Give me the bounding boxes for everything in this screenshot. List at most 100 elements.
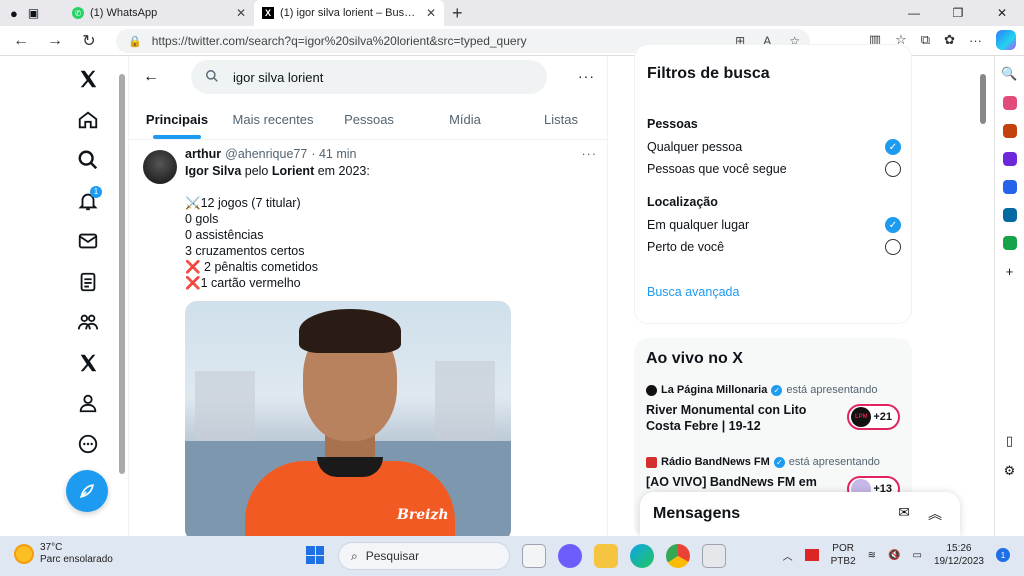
sidebar-layout-icon[interactable]: ▯ bbox=[1006, 433, 1013, 449]
drop-icon[interactable] bbox=[1002, 236, 1017, 250]
edge-browser-icon[interactable] bbox=[630, 544, 654, 568]
host-status: está apresentando bbox=[786, 384, 878, 396]
back-arrow-icon[interactable]: ← bbox=[143, 68, 159, 86]
tab-pessoas[interactable]: Pessoas bbox=[321, 100, 417, 139]
notifications-bell-icon[interactable]: 1 bbox=[68, 181, 108, 221]
tab-listas[interactable]: Listas bbox=[513, 100, 607, 139]
filter-option-following[interactable]: Pessoas que você segue bbox=[647, 161, 901, 177]
tweet-line-text: pelo bbox=[241, 164, 272, 178]
author-handle[interactable]: @ahenrique77 bbox=[225, 146, 307, 162]
search-icon: ⌕ bbox=[351, 548, 358, 563]
notification-badge[interactable]: 1 bbox=[996, 548, 1010, 562]
notepad-icon[interactable] bbox=[702, 544, 726, 568]
weather-widget[interactable]: 37°C Parc ensolarado bbox=[14, 542, 113, 566]
maximize-icon[interactable]: ❐ bbox=[936, 0, 980, 26]
expand-chevron-icon[interactable]: ︽ bbox=[928, 504, 942, 524]
wifi-icon[interactable]: ≋ bbox=[868, 550, 876, 561]
close-icon[interactable]: ✕ bbox=[236, 6, 246, 20]
tab-actions-icon[interactable]: ▣ bbox=[28, 6, 39, 20]
search-icon[interactable]: 🔍 bbox=[1001, 66, 1017, 82]
tab-whatsapp[interactable]: ✆ (1) WhatsApp ✕ bbox=[64, 0, 254, 26]
taskbar-search[interactable]: ⌕ Pesquisar bbox=[338, 542, 510, 570]
radio-unchecked-icon[interactable] bbox=[885, 239, 901, 255]
main-column: ← igor silva lorient ··· Principais Mais… bbox=[128, 56, 608, 536]
tweet-photo[interactable]: Breizh bbox=[185, 301, 511, 536]
minimize-icon[interactable]: — bbox=[892, 0, 936, 26]
tab-x-search[interactable]: X (1) igor silva lorient – Buscar / X ✕ bbox=[254, 0, 444, 26]
outlook-icon[interactable] bbox=[1002, 208, 1017, 222]
lists-icon[interactable] bbox=[68, 262, 108, 302]
new-message-icon[interactable]: ✉ bbox=[898, 504, 910, 524]
windows-start-icon[interactable] bbox=[306, 546, 324, 564]
photo-shirt-sponsor: Breizh bbox=[397, 507, 449, 523]
office-icon[interactable] bbox=[1002, 180, 1017, 194]
lock-icon[interactable]: 🔒 bbox=[128, 35, 142, 48]
task-view-icon[interactable] bbox=[522, 544, 546, 568]
scroll-thumb[interactable] bbox=[119, 74, 125, 474]
filter-option-anyone[interactable]: Qualquer pessoa ✓ bbox=[647, 139, 901, 155]
search-tabs: Principais Mais recentes Pessoas Mídia L… bbox=[129, 100, 607, 140]
profile-icon[interactable]: ● bbox=[10, 6, 18, 21]
more-circle-icon[interactable] bbox=[68, 424, 108, 464]
copilot-icon[interactable] bbox=[996, 30, 1016, 50]
messages-envelope-icon[interactable] bbox=[68, 221, 108, 261]
shopping-icon[interactable] bbox=[1002, 96, 1017, 110]
stat-text: 0 assistências bbox=[185, 228, 264, 242]
chrome-icon[interactable] bbox=[666, 544, 690, 568]
lang-code: POR bbox=[832, 543, 854, 554]
radio-checked-icon[interactable]: ✓ bbox=[885, 217, 901, 233]
forward-icon[interactable]: → bbox=[38, 32, 72, 50]
search-input[interactable]: igor silva lorient bbox=[191, 60, 547, 94]
page-scrollbar[interactable] bbox=[978, 62, 988, 532]
tweet-line-text: em 2023: bbox=[314, 164, 370, 178]
x-premium-icon[interactable] bbox=[68, 343, 108, 383]
clock[interactable]: 15:26 19/12/2023 bbox=[934, 542, 984, 568]
language-indicator[interactable]: POR PTB2 bbox=[831, 542, 856, 568]
scroll-thumb[interactable] bbox=[980, 74, 986, 124]
chat-icon[interactable] bbox=[558, 544, 582, 568]
file-explorer-icon[interactable] bbox=[594, 544, 618, 568]
tweet-more-icon[interactable]: ··· bbox=[582, 146, 598, 162]
volume-muted-icon[interactable]: 🔇 bbox=[888, 550, 900, 561]
battery-icon[interactable]: ▭ bbox=[912, 550, 921, 561]
new-tab-button[interactable]: + bbox=[444, 3, 471, 24]
close-window-icon[interactable]: ✕ bbox=[980, 0, 1024, 26]
extensions-icon[interactable]: ✿ bbox=[944, 32, 955, 48]
search-query-text: igor silva lorient bbox=[233, 69, 324, 85]
avatar[interactable] bbox=[143, 150, 177, 184]
tweet-time[interactable]: · 41 min bbox=[311, 146, 356, 162]
stat-text: 2 pênaltis cometidos bbox=[200, 260, 319, 274]
search-icon[interactable] bbox=[68, 140, 108, 180]
games-icon[interactable] bbox=[1002, 152, 1017, 166]
radio-checked-icon[interactable]: ✓ bbox=[885, 139, 901, 155]
communities-icon[interactable] bbox=[68, 302, 108, 342]
left-scrollbar[interactable] bbox=[118, 62, 126, 532]
compose-post-button[interactable] bbox=[66, 470, 108, 512]
messages-drawer[interactable]: Mensagens ✉ ︽ bbox=[640, 492, 960, 536]
filter-option-anywhere[interactable]: Em qualquer lugar ✓ bbox=[647, 217, 901, 233]
close-icon[interactable]: ✕ bbox=[426, 6, 436, 20]
profile-icon[interactable] bbox=[68, 383, 108, 423]
tab-mais-recentes[interactable]: Mais recentes bbox=[225, 100, 321, 139]
back-icon[interactable]: ← bbox=[4, 32, 38, 50]
sun-icon bbox=[14, 544, 34, 564]
radio-unchecked-icon[interactable] bbox=[885, 161, 901, 177]
collections-icon[interactable]: ⧉ bbox=[921, 32, 930, 48]
author-name[interactable]: arthur bbox=[185, 146, 221, 162]
add-icon[interactable]: + bbox=[1006, 264, 1014, 279]
refresh-icon[interactable]: ↻ bbox=[72, 31, 106, 51]
listeners-pill[interactable]: LPM +21 bbox=[847, 404, 900, 430]
home-icon[interactable] bbox=[68, 100, 108, 140]
tab-principais[interactable]: Principais bbox=[129, 100, 225, 139]
settings-gear-icon[interactable]: ⚙ bbox=[1004, 463, 1016, 479]
more-menu-icon[interactable]: ··· bbox=[969, 33, 982, 48]
tools-icon[interactable] bbox=[1002, 124, 1017, 138]
tray-app-icon[interactable] bbox=[804, 549, 819, 561]
search-more-icon[interactable]: ··· bbox=[578, 68, 595, 84]
tab-midia[interactable]: Mídia bbox=[417, 100, 513, 139]
advanced-search-link[interactable]: Busca avançada bbox=[647, 285, 739, 299]
tray-chevron-icon[interactable]: ︿ bbox=[783, 548, 793, 563]
location-section-label: Localização bbox=[647, 195, 718, 209]
filter-option-nearby[interactable]: Perto de você bbox=[647, 239, 901, 255]
x-home-logo-icon[interactable] bbox=[68, 59, 108, 99]
